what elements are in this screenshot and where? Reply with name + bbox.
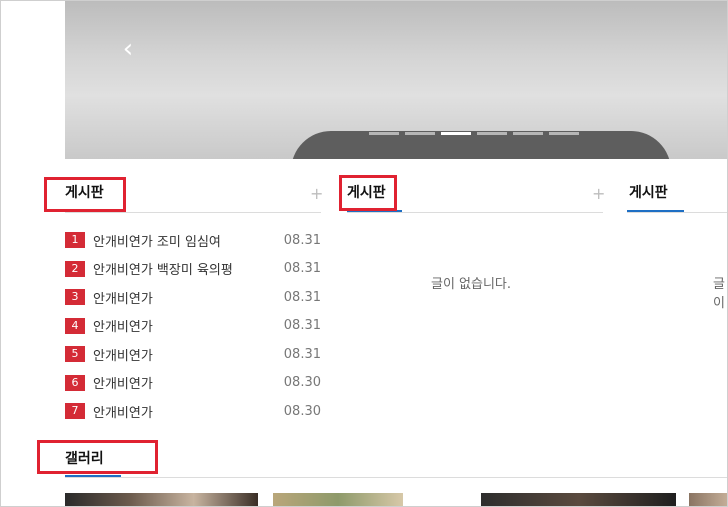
board1-more-button[interactable]: + <box>310 186 323 202</box>
board3-empty-message: 글이 <box>713 277 725 311</box>
post-title[interactable]: 안개비연가 <box>93 402 278 421</box>
board3-title[interactable]: 게시판 <box>629 182 668 204</box>
board2-divider <box>347 212 603 213</box>
slide-dot-4[interactable] <box>477 132 507 135</box>
rank-badge: 4 <box>65 317 85 334</box>
banner-image-shape <box>291 131 671 159</box>
board1-post-list: 1 안개비연가 조미 임심여 08.31 2 안개비연가 백장미 육의평 08.… <box>65 226 321 426</box>
board2-highlight-box <box>339 175 397 211</box>
post-date: 08.31 <box>283 289 321 305</box>
list-item[interactable]: 5 안개비연가 08.31 <box>65 340 321 369</box>
gallery-thumbnail-4[interactable] <box>689 493 727 506</box>
post-title[interactable]: 안개비연가 <box>93 373 278 392</box>
rank-badge: 7 <box>65 403 85 420</box>
list-item[interactable]: 7 안개비연가 08.30 <box>65 397 321 426</box>
gallery-highlight-box <box>37 440 158 474</box>
gallery-thumbnail-3[interactable] <box>481 493 676 506</box>
hero-banner[interactable]: ‹ <box>65 1 727 159</box>
board2-more-button[interactable]: + <box>592 186 605 202</box>
list-item[interactable]: 6 안개비연가 08.30 <box>65 369 321 398</box>
board1-highlight-box <box>44 177 126 212</box>
post-title[interactable]: 안개비연가 <box>93 345 278 364</box>
slide-dot-3-active[interactable] <box>441 132 471 135</box>
gallery-divider <box>65 477 727 478</box>
list-item[interactable]: 1 안개비연가 조미 임심여 08.31 <box>65 226 321 255</box>
page-frame: ‹ 게시판 + 1 안개비연가 조미 임심여 08.31 2 안개비연가 백장미… <box>0 0 728 507</box>
rank-badge: 1 <box>65 232 85 249</box>
post-date: 08.31 <box>283 232 321 248</box>
post-title[interactable]: 안개비연가 백장미 육의평 <box>93 259 278 278</box>
post-date: 08.30 <box>283 375 321 391</box>
gallery-thumbnail-2[interactable] <box>273 493 403 506</box>
slide-indicators <box>369 132 579 135</box>
post-date: 08.31 <box>283 346 321 362</box>
rank-badge: 6 <box>65 374 85 391</box>
post-title[interactable]: 안개비연가 <box>93 316 278 335</box>
rank-badge: 2 <box>65 260 85 277</box>
slide-dot-2[interactable] <box>405 132 435 135</box>
rank-badge: 5 <box>65 346 85 363</box>
post-title[interactable]: 안개비연가 <box>93 288 278 307</box>
slide-dot-5[interactable] <box>513 132 543 135</box>
list-item[interactable]: 2 안개비연가 백장미 육의평 08.31 <box>65 255 321 284</box>
slide-dot-1[interactable] <box>369 132 399 135</box>
board2-empty-message: 글이 없습니다. <box>431 277 512 292</box>
list-item[interactable]: 3 안개비연가 08.31 <box>65 283 321 312</box>
post-date: 08.31 <box>283 261 321 277</box>
post-date: 08.31 <box>283 318 321 334</box>
board3-divider <box>627 212 727 213</box>
list-item[interactable]: 4 안개비연가 08.31 <box>65 312 321 341</box>
slide-dot-6[interactable] <box>549 132 579 135</box>
gallery-thumbnail-1[interactable] <box>65 493 258 506</box>
rank-badge: 3 <box>65 289 85 306</box>
post-title[interactable]: 안개비연가 조미 임심여 <box>93 231 278 250</box>
chevron-left-icon[interactable]: ‹ <box>117 35 139 63</box>
post-date: 08.30 <box>283 403 321 419</box>
board1-divider <box>65 212 321 213</box>
